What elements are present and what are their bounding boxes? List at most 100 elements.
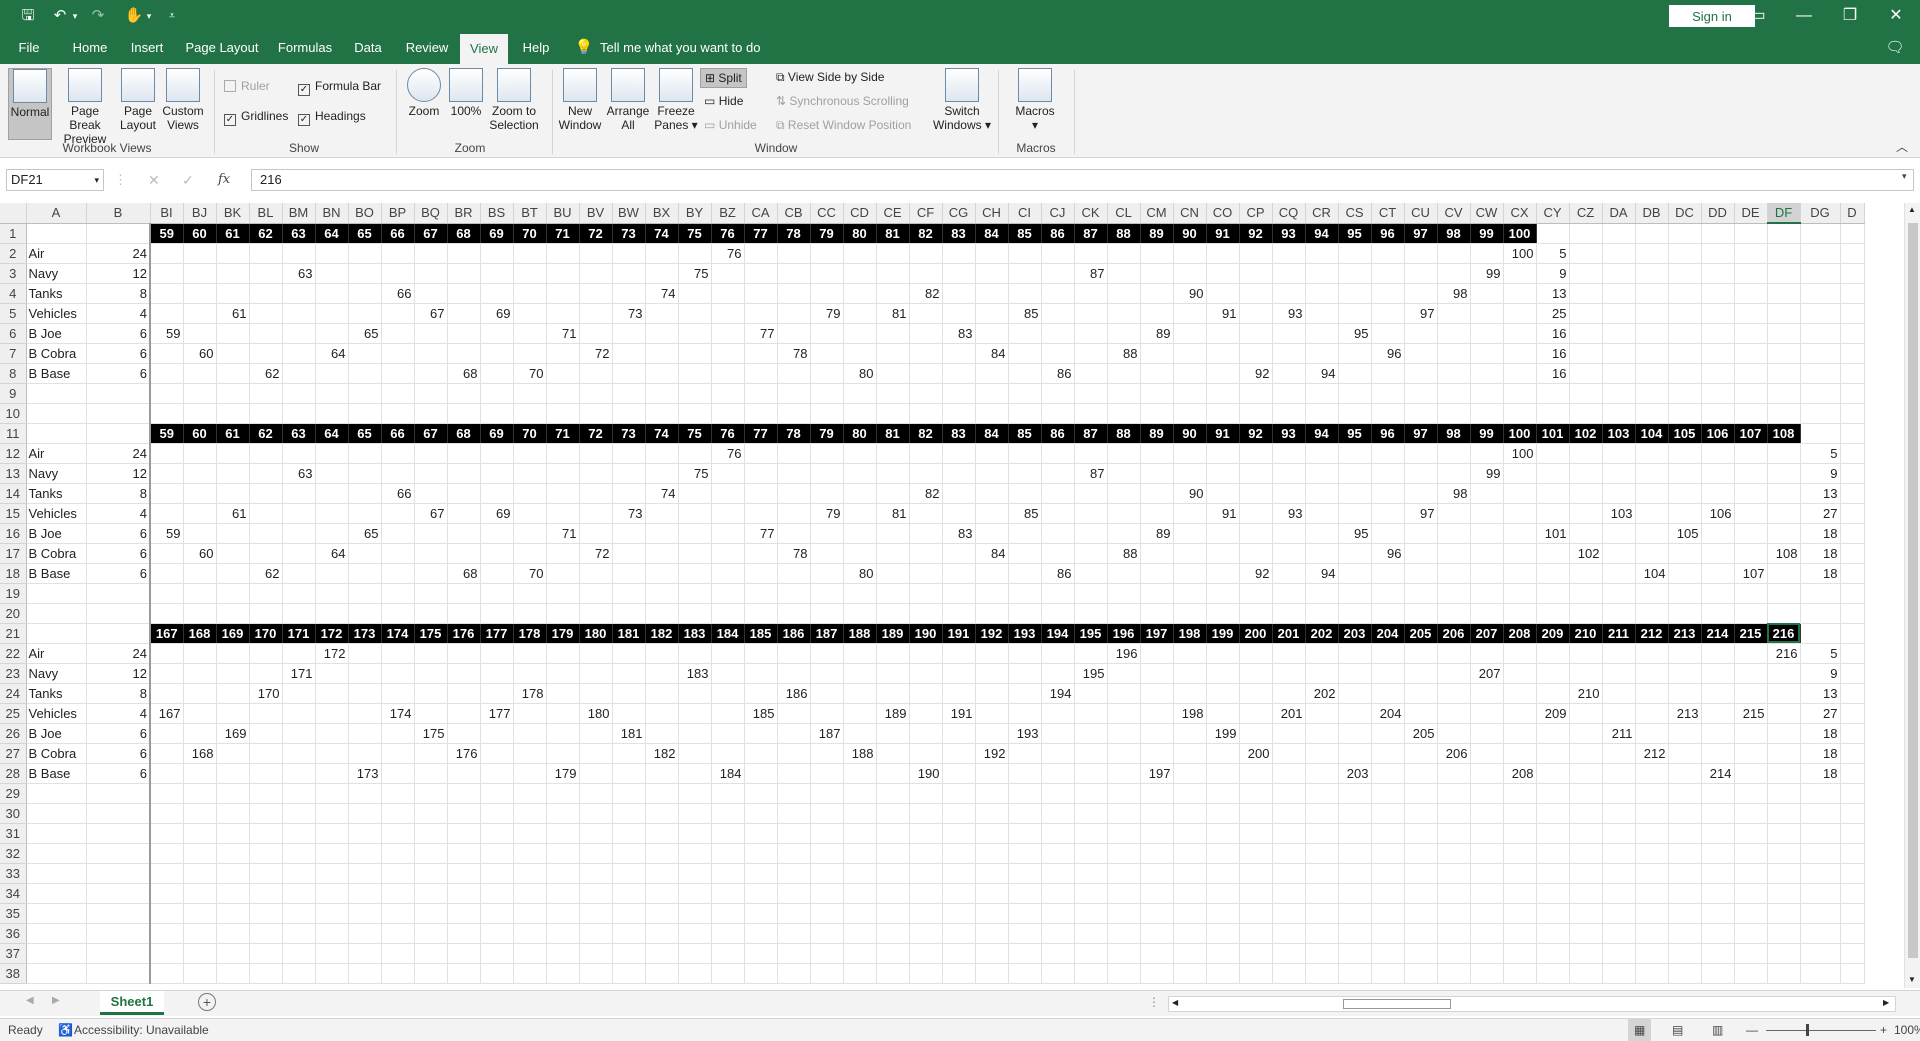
cell[interactable] xyxy=(513,863,547,884)
comments-icon[interactable]: 🗨 xyxy=(1880,32,1910,64)
cell[interactable] xyxy=(249,663,283,684)
header-number-cell[interactable]: 67 xyxy=(414,423,448,444)
cell[interactable] xyxy=(1668,443,1702,464)
cell[interactable] xyxy=(1635,863,1669,884)
cell[interactable] xyxy=(678,323,712,344)
cell[interactable] xyxy=(1734,343,1768,364)
cell[interactable] xyxy=(579,663,613,684)
cell[interactable] xyxy=(1272,823,1306,844)
cell[interactable] xyxy=(612,443,646,464)
cell[interactable] xyxy=(1404,823,1438,844)
cell[interactable] xyxy=(381,743,415,764)
cell[interactable] xyxy=(1041,403,1075,424)
cell[interactable] xyxy=(1536,383,1570,404)
cell[interactable] xyxy=(1734,323,1768,344)
cell[interactable] xyxy=(150,883,184,904)
cell[interactable] xyxy=(1338,343,1372,364)
cell[interactable]: 95 xyxy=(1338,523,1372,544)
cell[interactable] xyxy=(777,763,811,784)
cell[interactable] xyxy=(1668,383,1702,404)
cell[interactable] xyxy=(1437,783,1471,804)
cell[interactable] xyxy=(1503,283,1537,304)
cell[interactable] xyxy=(1635,943,1669,964)
cell[interactable] xyxy=(1668,823,1702,844)
cell[interactable]: 18 xyxy=(1800,763,1841,784)
header-number-cell[interactable]: 84 xyxy=(975,423,1009,444)
cell[interactable] xyxy=(744,903,778,924)
cell[interactable] xyxy=(447,343,481,364)
cell[interactable] xyxy=(1305,443,1339,464)
cell[interactable]: 24 xyxy=(86,643,151,664)
header-number-cell[interactable]: 173 xyxy=(348,623,382,644)
cell[interactable] xyxy=(876,823,910,844)
cell[interactable] xyxy=(1206,943,1240,964)
cell[interactable] xyxy=(810,323,844,344)
cell[interactable] xyxy=(1371,463,1405,484)
cell[interactable] xyxy=(1371,963,1405,984)
cell[interactable] xyxy=(843,443,877,464)
cell[interactable]: 81 xyxy=(876,303,910,324)
header-number-cell[interactable]: 63 xyxy=(282,423,316,444)
cell[interactable] xyxy=(1206,803,1240,824)
cell[interactable]: 9 xyxy=(1536,263,1570,284)
row-header[interactable]: 12 xyxy=(0,443,27,464)
cell[interactable] xyxy=(1107,523,1141,544)
cell[interactable] xyxy=(1140,463,1174,484)
cell[interactable] xyxy=(1404,363,1438,384)
cell[interactable] xyxy=(1840,483,1865,504)
cell[interactable] xyxy=(645,463,679,484)
cell[interactable] xyxy=(777,903,811,924)
cell[interactable] xyxy=(678,923,712,944)
cell[interactable] xyxy=(546,243,580,264)
cell[interactable] xyxy=(1767,743,1801,764)
cell[interactable]: 78 xyxy=(777,343,811,364)
cell[interactable] xyxy=(282,883,316,904)
cell[interactable] xyxy=(1239,583,1273,604)
cell[interactable] xyxy=(1305,843,1339,864)
cell[interactable] xyxy=(744,263,778,284)
cell[interactable] xyxy=(1008,343,1042,364)
cell[interactable] xyxy=(282,763,316,784)
cell[interactable] xyxy=(348,863,382,884)
cell[interactable] xyxy=(876,603,910,624)
cell[interactable] xyxy=(1701,263,1735,284)
cell[interactable] xyxy=(381,443,415,464)
cell[interactable] xyxy=(1404,483,1438,504)
cell[interactable] xyxy=(1008,823,1042,844)
cell[interactable] xyxy=(1140,903,1174,924)
cell[interactable] xyxy=(1840,703,1865,724)
cell[interactable] xyxy=(1140,503,1174,524)
cell[interactable] xyxy=(1840,463,1865,484)
header-number-cell[interactable]: 95 xyxy=(1338,223,1372,244)
cell[interactable] xyxy=(645,823,679,844)
spreadsheet-grid[interactable]: A B BI BJ BK BL BM BN BO BP BQ BR BS BT BU BV BW BX BY BZ CA… xyxy=(0,203,1904,988)
cell[interactable] xyxy=(1536,863,1570,884)
cell[interactable] xyxy=(1503,363,1537,384)
cell[interactable] xyxy=(381,883,415,904)
cell[interactable]: 63 xyxy=(282,463,316,484)
cell[interactable] xyxy=(579,763,613,784)
cell[interactable] xyxy=(1734,583,1768,604)
row-label-cell[interactable]: B Base xyxy=(26,563,87,584)
cell[interactable] xyxy=(909,343,943,364)
cell[interactable] xyxy=(315,923,349,944)
column-header[interactable]: CM xyxy=(1140,203,1174,224)
header-number-cell[interactable]: 195 xyxy=(1074,623,1108,644)
header-number-cell[interactable]: 198 xyxy=(1173,623,1207,644)
cell[interactable] xyxy=(1140,543,1174,564)
row-header[interactable]: 28 xyxy=(0,763,27,784)
row-header[interactable]: 36 xyxy=(0,923,27,944)
cell[interactable] xyxy=(942,943,976,964)
cell[interactable] xyxy=(876,943,910,964)
cell[interactable] xyxy=(480,403,514,424)
header-number-cell[interactable]: 89 xyxy=(1140,423,1174,444)
cell[interactable] xyxy=(711,963,745,984)
page-layout-view-button[interactable]: Page Layout xyxy=(118,68,158,132)
cell[interactable] xyxy=(513,243,547,264)
cell[interactable] xyxy=(678,563,712,584)
cell[interactable] xyxy=(645,683,679,704)
cell[interactable]: 213 xyxy=(1668,703,1702,724)
cell[interactable] xyxy=(711,683,745,704)
cell[interactable] xyxy=(1338,603,1372,624)
cell[interactable] xyxy=(546,823,580,844)
